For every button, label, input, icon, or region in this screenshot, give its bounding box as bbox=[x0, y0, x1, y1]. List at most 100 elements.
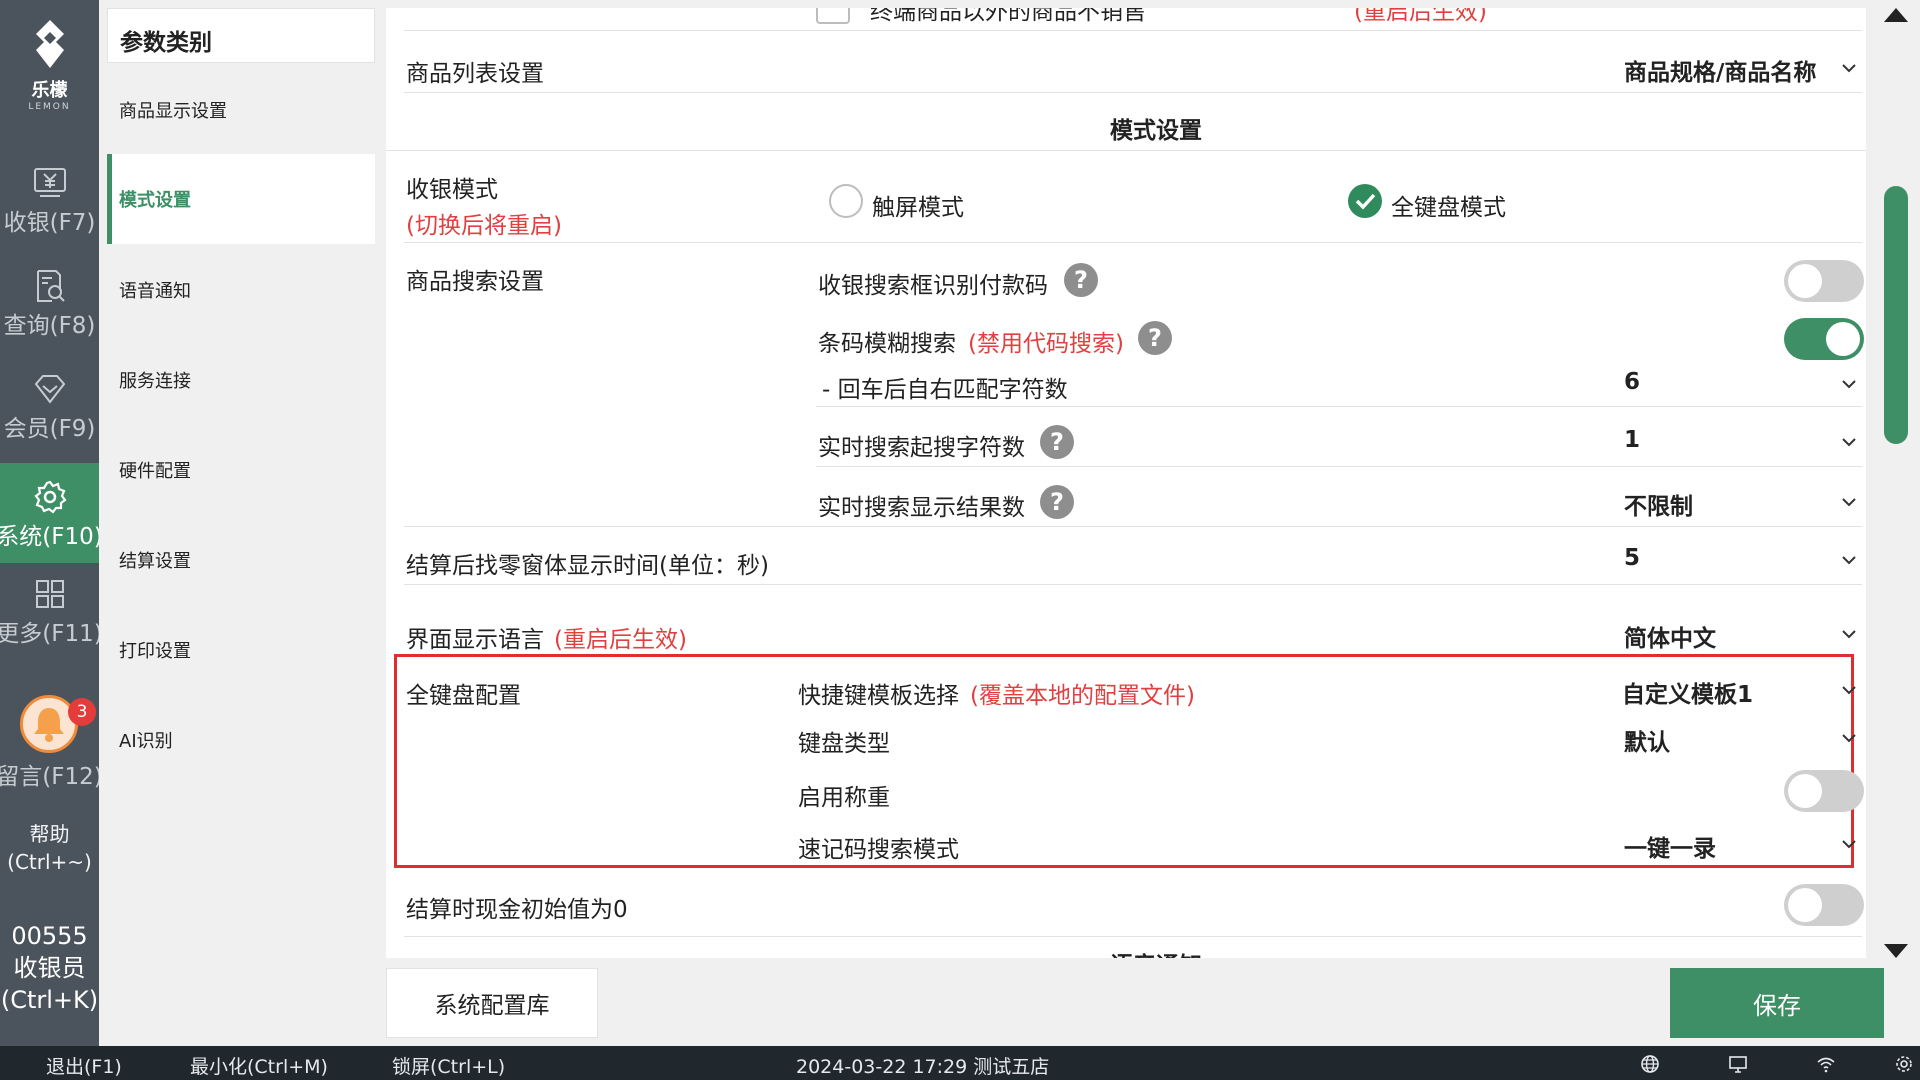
datetime-store: 2024-03-22 17:29 测试五店 bbox=[796, 1056, 1050, 1078]
chevron-down-icon[interactable] bbox=[1841, 552, 1857, 568]
realtime-start-select[interactable]: 1 bbox=[1624, 427, 1640, 453]
nav-item-member[interactable]: 会员(F9) bbox=[0, 371, 99, 471]
category-title: 参数类别 bbox=[107, 8, 375, 63]
help-icon[interactable]: ? bbox=[1040, 485, 1074, 519]
toggle-search-paycode[interactable] bbox=[1784, 260, 1864, 302]
goods-list-label: 商品列表设置 bbox=[406, 61, 544, 87]
category-item-mode[interactable]: 模式设置 bbox=[107, 154, 375, 244]
main-nav: 乐檬 LEMON 收银(F7) 查询(F8) 会员(F9) 系统(F10) 更多… bbox=[0, 0, 103, 1046]
realtime-results-select[interactable]: 不限制 bbox=[1624, 487, 1693, 521]
non-terminal-goods-label: 终端商品以外的商品不销售 bbox=[870, 8, 1146, 25]
toggle-knob bbox=[1788, 888, 1822, 922]
nav-item-more[interactable]: 更多(F11) bbox=[0, 576, 103, 676]
radio-keyboard-mode[interactable] bbox=[1348, 184, 1382, 218]
member-icon bbox=[34, 375, 65, 404]
chevron-down-icon[interactable] bbox=[1841, 730, 1857, 746]
toggle-cash-init-zero[interactable] bbox=[1784, 884, 1864, 926]
change-window-select[interactable]: 5 bbox=[1624, 545, 1640, 571]
toggle-weighing[interactable] bbox=[1784, 770, 1864, 812]
category-item-ai[interactable]: AI识别 bbox=[107, 695, 375, 785]
user-shortcut: (Ctrl+K) bbox=[0, 986, 99, 1014]
user-info[interactable]: 00555 收银员 (Ctrl+K) bbox=[0, 920, 99, 1016]
category-panel: 参数类别 商品显示设置 模式设置 语音通知 服务连接 硬件配置 结算设置 打印设… bbox=[99, 0, 384, 1046]
goods-search-label: 商品搜索设置 bbox=[406, 269, 544, 295]
category-item-voice[interactable]: 语音通知 bbox=[107, 245, 375, 335]
divider bbox=[386, 150, 1866, 151]
globe-icon[interactable] bbox=[1640, 1054, 1660, 1074]
keyboard-type-select[interactable]: 默认 bbox=[1624, 723, 1670, 757]
touch-mode-label: 触屏模式 bbox=[872, 195, 964, 221]
toggle-knob bbox=[1826, 322, 1860, 356]
help-icon[interactable]: ? bbox=[1064, 263, 1098, 297]
divider bbox=[816, 466, 1862, 467]
message-count-badge: 3 bbox=[68, 698, 96, 726]
divider bbox=[404, 584, 1862, 585]
user-role: 收银员 bbox=[13, 954, 86, 982]
chevron-down-icon[interactable] bbox=[1841, 60, 1857, 76]
nav-label-member: 会员(F9) bbox=[3, 416, 96, 442]
ui-language-note: (重启后生效) bbox=[554, 627, 687, 653]
barcode-fuzzy-label: 条码模糊搜索 bbox=[818, 331, 956, 357]
chevron-down-icon[interactable] bbox=[1841, 626, 1857, 642]
toggle-barcode-fuzzy[interactable] bbox=[1784, 318, 1864, 360]
goods-list-select[interactable]: 商品规格/商品名称 bbox=[1624, 53, 1816, 87]
divider bbox=[404, 936, 1862, 937]
ui-language-select[interactable]: 简体中文 bbox=[1624, 619, 1716, 653]
chevron-down-icon[interactable] bbox=[1841, 836, 1857, 852]
right-match-select[interactable]: 6 bbox=[1624, 369, 1640, 395]
divider bbox=[404, 92, 1862, 93]
nav-item-system[interactable]: 系统(F10) bbox=[0, 463, 103, 563]
category-item-checkout[interactable]: 结算设置 bbox=[107, 515, 375, 605]
chevron-down-icon[interactable] bbox=[1841, 376, 1857, 392]
category-item-print[interactable]: 打印设置 bbox=[107, 605, 375, 695]
quick-code-select[interactable]: 一键一录 bbox=[1624, 829, 1716, 863]
save-button[interactable]: 保存 bbox=[1670, 968, 1884, 1038]
checkbox-non-terminal-goods[interactable] bbox=[816, 8, 850, 24]
category-item-hardware[interactable]: 硬件配置 bbox=[107, 425, 375, 515]
divider bbox=[404, 30, 1862, 31]
cashier-icon bbox=[33, 168, 66, 197]
cash-init-zero-label: 结算时现金初始值为0 bbox=[406, 897, 628, 923]
help-icon[interactable]: ? bbox=[1138, 321, 1172, 355]
category-item-service[interactable]: 服务连接 bbox=[107, 335, 375, 425]
barcode-fuzzy-note: (禁用代码搜索) bbox=[968, 331, 1124, 357]
nav-label-query: 查询(F8) bbox=[3, 313, 96, 339]
nav-item-messages[interactable]: 留言(F12) bbox=[0, 755, 103, 795]
divider bbox=[816, 406, 1862, 407]
chevron-down-icon[interactable] bbox=[1841, 682, 1857, 698]
scroll-down-arrow-icon[interactable] bbox=[1884, 944, 1908, 958]
nav-item-cashier[interactable]: 收银(F7) bbox=[0, 165, 99, 265]
section-title-mode: 模式设置 bbox=[1110, 118, 1202, 144]
exit-shortcut[interactable]: 退出(F1) bbox=[46, 1052, 122, 1079]
realtime-start-label: 实时搜索起搜字符数 bbox=[818, 435, 1025, 461]
settings-gear-icon[interactable] bbox=[1894, 1054, 1914, 1074]
help-key: (Ctrl+~) bbox=[7, 850, 92, 874]
toggle-knob bbox=[1788, 774, 1822, 808]
chevron-down-icon[interactable] bbox=[1841, 494, 1857, 510]
hotkey-template-note: (覆盖本地的配置文件) bbox=[970, 683, 1195, 709]
nav-label-system: 系统(F10) bbox=[0, 524, 103, 550]
scrollbar-thumb[interactable] bbox=[1884, 186, 1908, 444]
chevron-down-icon[interactable] bbox=[1841, 434, 1857, 450]
nav-item-query[interactable]: 查询(F8) bbox=[0, 268, 99, 368]
wifi-icon[interactable] bbox=[1816, 1054, 1836, 1074]
app-window: 乐檬 LEMON 收银(F7) 查询(F8) 会员(F9) 系统(F10) 更多… bbox=[0, 0, 1920, 1080]
keyboard-mode-label: 全键盘模式 bbox=[1391, 195, 1506, 221]
minimize-shortcut[interactable]: 最小化(Ctrl+M) bbox=[190, 1052, 328, 1079]
help-icon[interactable]: ? bbox=[1040, 425, 1074, 459]
monitor-icon[interactable] bbox=[1728, 1054, 1748, 1074]
category-item-goods-display[interactable]: 商品显示设置 bbox=[107, 65, 375, 155]
scrollbar[interactable] bbox=[1868, 0, 1920, 960]
divider bbox=[404, 242, 1862, 243]
search-paycode-label: 收银搜索框识别付款码 bbox=[818, 273, 1048, 299]
brand-logo: 乐檬 LEMON bbox=[0, 18, 99, 112]
hotkey-template-label: 快捷键模板选择 bbox=[798, 683, 959, 709]
lock-shortcut[interactable]: 锁屏(Ctrl+L) bbox=[392, 1052, 505, 1079]
config-library-button[interactable]: 系统配置库 bbox=[386, 968, 598, 1038]
user-id: 00555 bbox=[11, 922, 88, 950]
nav-label-messages: 留言(F12) bbox=[0, 764, 103, 790]
radio-touch-mode[interactable] bbox=[829, 184, 863, 218]
scroll-up-arrow-icon[interactable] bbox=[1884, 8, 1908, 22]
help-shortcut[interactable]: 帮助 (Ctrl+~) bbox=[0, 820, 99, 876]
hotkey-template-select[interactable]: 自定义模板1 bbox=[1622, 675, 1753, 709]
